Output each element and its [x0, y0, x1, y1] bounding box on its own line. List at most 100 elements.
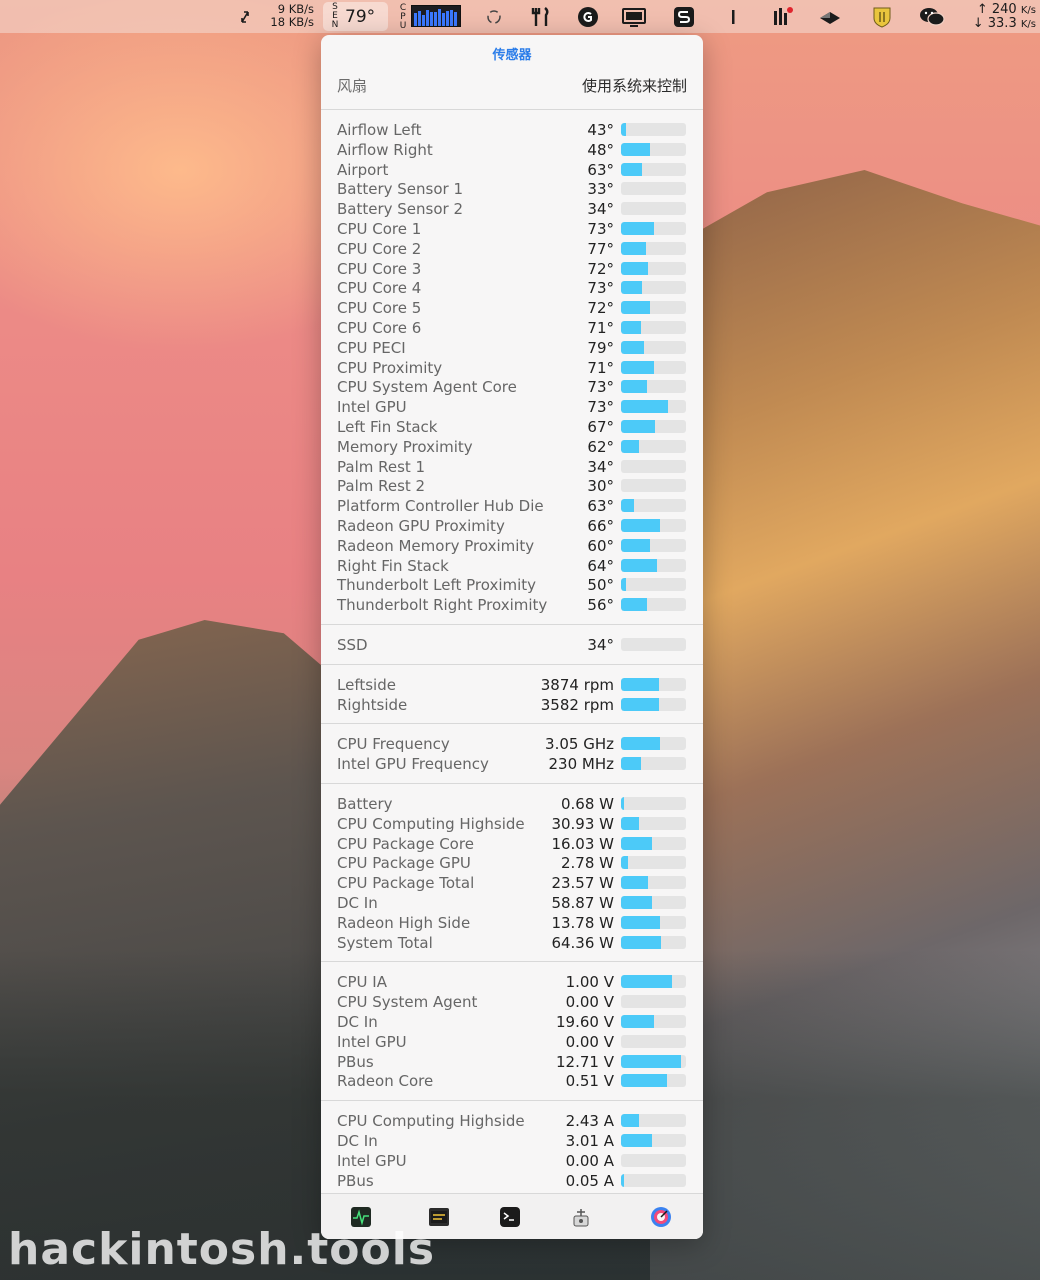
sensor-level-fill	[621, 558, 657, 572]
sensor-row[interactable]: PBus 12.71 V	[337, 1052, 687, 1072]
sensor-row[interactable]: Palm Rest 1 34°	[337, 457, 687, 477]
sensor-row[interactable]: CPU Core 2 77°	[337, 239, 687, 259]
sensor-row[interactable]: Palm Rest 2 30°	[337, 476, 687, 496]
sensor-row[interactable]: CPU System Agent 0.00 V	[337, 992, 687, 1012]
network-speed[interactable]: 9 KB/s 18 KB/s	[262, 3, 314, 28]
sensor-level-bar	[621, 598, 686, 612]
sensor-name: Airflow Right	[337, 140, 433, 159]
sensor-level-fill	[621, 975, 672, 989]
cpu-history-bar	[454, 12, 457, 26]
sensor-row[interactable]: Airflow Left 43°	[337, 120, 687, 140]
sensor-row[interactable]: Intel GPU 0.00 V	[337, 1032, 687, 1052]
sensor-row[interactable]: DC In 3.01 A	[337, 1131, 687, 1151]
sensor-row[interactable]: Memory Proximity 62°	[337, 437, 687, 457]
sensor-row[interactable]: Battery 0.68 W	[337, 794, 687, 814]
sensor-row[interactable]: Airflow Right 48°	[337, 140, 687, 160]
wechat-icon[interactable]	[917, 0, 947, 33]
sensor-row[interactable]: CPU Core 5 72°	[337, 298, 687, 318]
sensor-row[interactable]: DC In 19.60 V	[337, 1012, 687, 1032]
sensor-name: CPU Computing Highside	[337, 1112, 525, 1131]
sensor-row[interactable]: Rightside 3582 rpm	[337, 695, 687, 715]
shield-icon[interactable]	[869, 0, 895, 33]
fan-mode-selector[interactable]: 使用系统来控制	[582, 75, 687, 96]
sensor-row[interactable]: CPU Proximity 71°	[337, 358, 687, 378]
sensor-name: Rightside	[337, 695, 408, 714]
script-editor-icon[interactable]	[671, 0, 697, 33]
cpu-usage-graph[interactable]	[411, 5, 461, 27]
sensor-row[interactable]: Thunderbolt Right Proximity 56°	[337, 595, 687, 615]
sensors-menu-item[interactable]: SEN 79°	[331, 2, 376, 31]
sensor-row[interactable]: Battery Sensor 2 34°	[337, 199, 687, 219]
sensor-value: 2.43 A	[565, 1112, 614, 1131]
sensor-value: 63°	[587, 497, 614, 516]
sensor-group: Leftside 3874 rpm Rightside 3582 rpm	[321, 663, 703, 725]
sensor-row[interactable]: PBus 0.05 A	[337, 1171, 687, 1191]
speed-up-value: 240	[991, 2, 1017, 17]
sensor-row[interactable]: CPU Computing Highside 30.93 W	[337, 814, 687, 834]
sensor-row[interactable]: Intel GPU 73°	[337, 397, 687, 417]
sensor-level-fill	[621, 836, 652, 850]
cursor-icon[interactable]	[726, 0, 740, 33]
sensor-level-bar	[621, 162, 686, 176]
network-speed-detail[interactable]: ↑ 240 K/s ↓ 33.3 K/s	[970, 3, 1036, 31]
sensor-row[interactable]: Radeon Memory Proximity 60°	[337, 536, 687, 556]
sensor-row[interactable]: DC In 58.87 W	[337, 893, 687, 913]
sensor-row[interactable]: Left Fin Stack 67°	[337, 417, 687, 437]
sensor-level-bar	[621, 1173, 686, 1187]
sensor-level-fill	[621, 321, 641, 334]
sensor-name: CPU Core 2	[337, 239, 422, 258]
tools-icon[interactable]	[529, 0, 553, 33]
network-arrows-icon[interactable]	[236, 0, 254, 33]
sensor-row[interactable]: Airport 63°	[337, 160, 687, 180]
display-icon[interactable]	[620, 0, 648, 33]
sensor-row[interactable]: System Total 64.36 W	[337, 933, 687, 953]
sensor-name: Airport	[337, 160, 389, 179]
sensor-row[interactable]: CPU Core 3 72°	[337, 259, 687, 279]
grammarly-icon[interactable]	[576, 0, 600, 33]
disk-utility-icon[interactable]	[650, 1206, 672, 1228]
system-info-icon[interactable]	[570, 1206, 592, 1228]
sensor-row[interactable]: CPU IA 1.00 V	[337, 972, 687, 992]
sensor-value: 34°	[587, 200, 614, 219]
sensor-level-fill	[621, 142, 650, 156]
sensor-name: Memory Proximity	[337, 437, 473, 456]
sensor-row[interactable]: Intel GPU Frequency 230 MHz	[337, 754, 687, 774]
sensor-row[interactable]: Leftside 3874 rpm	[337, 675, 687, 695]
sensor-row[interactable]: CPU PECI 79°	[337, 338, 687, 358]
sensor-value: 230 MHz	[548, 755, 615, 774]
sensor-value: 64°	[587, 556, 614, 575]
sensor-row[interactable]: Platform Controller Hub Die 63°	[337, 496, 687, 516]
eject-icon[interactable]	[816, 0, 844, 33]
sensor-level-bar	[621, 182, 686, 196]
sensor-row[interactable]: Radeon Core 0.51 V	[337, 1071, 687, 1091]
sensor-name: DC In	[337, 1012, 378, 1031]
sensor-name: CPU Frequency	[337, 735, 450, 754]
sensor-row[interactable]: SSD 34°	[337, 635, 687, 655]
sensor-row[interactable]: Battery Sensor 1 33°	[337, 179, 687, 199]
sensor-row[interactable]: CPU Core 4 73°	[337, 278, 687, 298]
stats-icon[interactable]	[770, 0, 796, 33]
sensor-row[interactable]: Intel GPU 0.00 A	[337, 1151, 687, 1171]
sync-icon[interactable]	[482, 0, 506, 33]
sensor-row[interactable]: CPU Core 6 71°	[337, 318, 687, 338]
sensor-value: 19.60 V	[556, 1012, 614, 1031]
sensor-row[interactable]: CPU Core 1 73°	[337, 219, 687, 239]
sensor-value: 58.87 W	[551, 894, 614, 912]
sensor-name: DC In	[337, 1131, 378, 1150]
terminal-icon[interactable]	[499, 1206, 521, 1228]
sensor-row[interactable]: CPU Frequency 3.05 GHz	[337, 734, 687, 754]
sensor-level-bar	[621, 439, 686, 453]
sensor-row[interactable]: CPU System Agent Core 73°	[337, 377, 687, 397]
sensor-row[interactable]: CPU Package Core 16.03 W	[337, 834, 687, 854]
sen-label: SEN	[331, 2, 339, 30]
sensor-row[interactable]: Radeon GPU Proximity 66°	[337, 516, 687, 536]
fan-control-header[interactable]: 风扇 使用系统来控制	[337, 75, 687, 96]
sensor-row[interactable]: Thunderbolt Left Proximity 50°	[337, 575, 687, 595]
sensor-row[interactable]: CPU Package Total 23.57 W	[337, 873, 687, 893]
sensor-row[interactable]: CPU Computing Highside 2.43 A	[337, 1111, 687, 1131]
sensor-row[interactable]: CPU Package GPU 2.78 W	[337, 853, 687, 873]
sensor-row[interactable]: Right Fin Stack 64°	[337, 556, 687, 576]
sensor-row[interactable]: Radeon High Side 13.78 W	[337, 913, 687, 933]
sensor-level-fill	[621, 400, 668, 414]
sensor-level-fill	[621, 915, 660, 929]
